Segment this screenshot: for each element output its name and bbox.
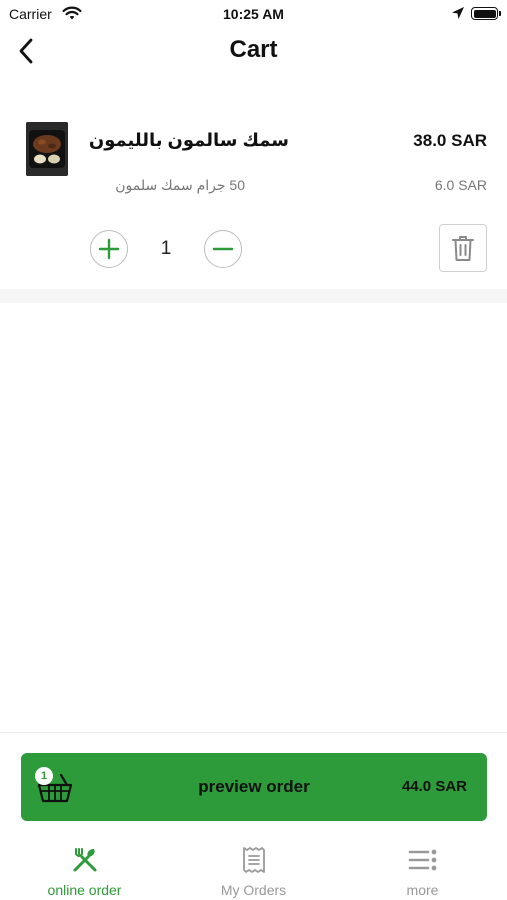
tab-my-orders[interactable]: My Orders xyxy=(169,838,338,900)
cart-item: سمك سالمون بالليمون 38.0 SAR 50 جرام سمك… xyxy=(0,100,507,290)
item-name: سمك سالمون بالليمون xyxy=(88,130,289,150)
receipt-icon xyxy=(169,846,338,874)
tab-label: My Orders xyxy=(220,882,287,898)
preview-order-section: 1 preview order 44.0 SAR xyxy=(0,732,507,832)
trash-icon xyxy=(452,236,474,261)
tab-label: online order xyxy=(47,882,122,898)
plus-icon xyxy=(98,238,120,260)
location-arrow-icon xyxy=(451,6,465,25)
preview-order-button[interactable]: 1 preview order 44.0 SAR xyxy=(21,753,487,821)
item-addon-price: 6.0 SAR xyxy=(434,177,487,193)
quantity-value: 1 xyxy=(160,238,172,259)
fork-knife-icon xyxy=(0,846,169,874)
battery-icon xyxy=(471,7,501,20)
tab-online-order[interactable]: online order xyxy=(0,838,169,900)
tab-label: more xyxy=(406,882,439,898)
item-addon: 50 جرام سمك سلمون xyxy=(115,177,245,193)
decrease-quantity-button[interactable] xyxy=(204,230,242,268)
status-bar: Carrier 10:25 AM xyxy=(0,0,507,28)
section-divider xyxy=(0,289,507,303)
increase-quantity-button[interactable] xyxy=(90,230,128,268)
minus-icon xyxy=(212,247,234,251)
cart-screen: Carrier 10:25 AM Cart سمك سالمون بالليمو… xyxy=(0,0,507,900)
clock-label: 10:25 AM xyxy=(223,6,284,22)
tab-bar: online order My Orders more xyxy=(0,832,507,900)
product-image xyxy=(26,122,68,176)
item-price: 38.0 SAR xyxy=(413,131,487,150)
tab-more[interactable]: more xyxy=(338,838,507,900)
delete-item-button[interactable] xyxy=(439,224,487,272)
navigation-bar: Cart xyxy=(0,28,507,76)
page-title: Cart xyxy=(229,36,278,63)
order-total: 44.0 SAR xyxy=(401,778,467,795)
menu-dots-icon xyxy=(338,846,507,874)
